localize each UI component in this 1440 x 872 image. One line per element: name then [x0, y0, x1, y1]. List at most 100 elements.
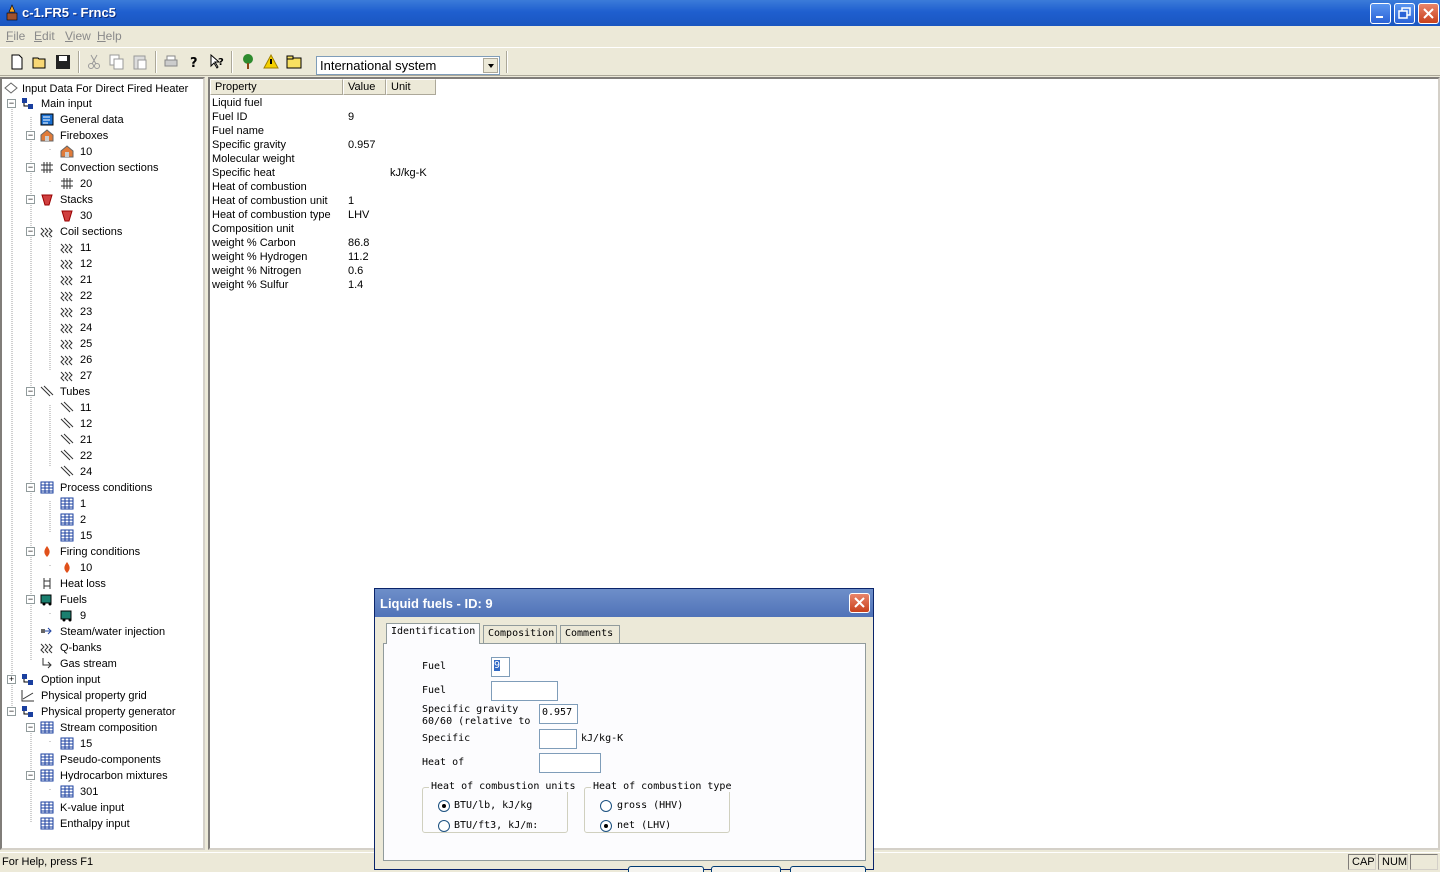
grid-cell-property[interactable]: weight % Hydrogen	[212, 251, 307, 265]
process-table-icon	[60, 737, 74, 750]
context-help-button[interactable]: ?	[207, 52, 227, 72]
grid-cell-value[interactable]: 0.6	[348, 265, 363, 279]
grid-cell-property[interactable]: Heat of combustion unit	[212, 195, 328, 209]
num-lock-indicator: NUM	[1378, 854, 1408, 870]
unit-option-mass-label[interactable]: BTU/lb, kJ/kg	[454, 800, 532, 811]
dialog-close-button[interactable]	[849, 593, 870, 613]
input-tree[interactable]: Input Data For Direct Fired Heater − Mai…	[0, 77, 205, 850]
collapse-firing-conditions[interactable]: −	[26, 547, 35, 556]
grid-cell-property[interactable]: Fuel name	[212, 125, 264, 139]
tree-view-button[interactable]	[238, 52, 258, 72]
grid-cell-property[interactable]: Composition unit	[212, 223, 294, 237]
input-data-icon	[4, 82, 18, 94]
copy-icon	[109, 54, 124, 70]
stack-icon	[61, 210, 73, 222]
copy-button[interactable]	[107, 52, 127, 72]
minimize-icon	[1376, 16, 1383, 18]
tab-comments[interactable]: Comments	[560, 625, 620, 643]
grid-cell-property[interactable]: Molecular weight	[212, 153, 295, 167]
open-button[interactable]	[30, 52, 50, 72]
fuel-id-input[interactable]: 9	[491, 657, 510, 677]
menu-view[interactable]: View	[65, 29, 91, 43]
collapse-stream-composition[interactable]: −	[26, 723, 35, 732]
collapse-fireboxes[interactable]: −	[26, 131, 35, 140]
close-button[interactable]	[1418, 3, 1439, 24]
warning-button[interactable]	[261, 52, 281, 72]
about-button[interactable]: ?	[184, 52, 204, 72]
collapse-coil-sections[interactable]: −	[26, 227, 35, 236]
type-net-radio[interactable]	[600, 820, 612, 832]
collapse-hydrocarbon-mixtures[interactable]: −	[26, 771, 35, 780]
heat-of-combustion-input[interactable]	[539, 753, 601, 773]
specific-gravity-input[interactable]: 0.957	[539, 704, 578, 724]
collapse-stacks[interactable]: −	[26, 195, 35, 204]
grid-cell-value[interactable]: 0.957	[348, 139, 376, 153]
fuel-name-input[interactable]	[491, 681, 558, 701]
process-table-icon	[60, 513, 74, 526]
cut-button[interactable]	[84, 52, 104, 72]
collapse-process-conditions[interactable]: −	[26, 483, 35, 492]
menu-edit[interactable]: Edit	[34, 29, 55, 43]
process-table-icon	[60, 785, 74, 798]
menu-help[interactable]: Help	[97, 29, 122, 43]
coil-icon	[60, 323, 73, 334]
paste-button[interactable]	[130, 52, 150, 72]
tube-icon	[60, 417, 74, 429]
window-title: c-1.FR5 - Frnc5	[22, 5, 116, 20]
chevron-down-icon[interactable]	[483, 58, 498, 73]
grid-cell-property[interactable]: Heat of combustion type	[212, 209, 331, 223]
grid-cell-value[interactable]: 1	[348, 195, 354, 209]
cancel-button[interactable]	[711, 866, 781, 872]
grid-cell-property[interactable]: Specific heat	[212, 167, 275, 181]
tab-identification[interactable]: Identification	[386, 623, 480, 644]
grid-cell-property[interactable]: weight % Sulfur	[212, 279, 288, 293]
tube-icon	[40, 385, 54, 397]
type-gross-label[interactable]: gross (HHV)	[617, 800, 683, 811]
collapse-fuels[interactable]: −	[26, 595, 35, 604]
unit-option-mass-radio[interactable]	[438, 800, 450, 812]
collapse-property-generator[interactable]: −	[7, 707, 16, 716]
column-header-property[interactable]: Property	[210, 79, 343, 95]
grid-cell-unit[interactable]: kJ/kg-K	[390, 167, 427, 181]
collapse-tubes[interactable]: −	[26, 387, 35, 396]
print-button[interactable]	[161, 52, 181, 72]
grid-cell-property[interactable]: Specific gravity	[212, 139, 286, 153]
tab-composition[interactable]: Composition	[483, 625, 557, 643]
unit-option-volume-label[interactable]: BTU/ft3, kJ/m:	[454, 820, 538, 831]
collapse-main-input[interactable]: −	[7, 99, 16, 108]
grid-cell-value[interactable]: 9	[348, 111, 354, 125]
convection-grid-icon	[61, 178, 73, 189]
save-button[interactable]	[53, 52, 73, 72]
unit-system-select[interactable]: International system	[316, 56, 500, 75]
grid-cell-value[interactable]: LHV	[348, 209, 369, 223]
collapse-convection[interactable]: −	[26, 163, 35, 172]
grid-cell-value[interactable]: 11.2	[348, 251, 369, 265]
grid-cell-value[interactable]: 86.8	[348, 237, 369, 251]
type-gross-radio[interactable]	[600, 800, 612, 812]
grid-cell-property[interactable]: Liquid fuel	[212, 97, 262, 111]
column-header-value[interactable]: Value	[343, 79, 386, 95]
fuel-id-value: 9	[494, 660, 501, 671]
coil-icon	[60, 275, 73, 286]
grid-cell-property[interactable]: Fuel ID	[212, 111, 247, 125]
ok-button[interactable]	[628, 866, 704, 872]
folder-button[interactable]	[284, 52, 304, 72]
paste-icon	[133, 55, 147, 70]
grid-cell-property[interactable]: weight % Carbon	[212, 237, 296, 251]
restore-button[interactable]	[1394, 3, 1415, 24]
expand-option-input[interactable]: +	[7, 675, 16, 684]
process-table-icon	[40, 769, 54, 782]
column-header-unit[interactable]: Unit	[386, 79, 436, 95]
minimize-button[interactable]	[1370, 3, 1391, 24]
grid-cell-property[interactable]: weight % Nitrogen	[212, 265, 301, 279]
coil-icon	[60, 291, 73, 302]
specific-heat-input[interactable]	[539, 729, 577, 749]
grid-cell-value[interactable]: 1.4	[348, 279, 363, 293]
type-net-label[interactable]: net (LHV)	[617, 820, 671, 831]
new-file-button[interactable]	[7, 52, 27, 72]
grid-cell-property[interactable]: Heat of combustion	[212, 181, 307, 195]
unit-option-volume-radio[interactable]	[438, 820, 450, 832]
menu-file[interactable]: File	[6, 29, 25, 43]
dialog-title-bar[interactable]: Liquid fuels - ID: 9	[375, 589, 873, 617]
help-button[interactable]	[790, 866, 866, 872]
